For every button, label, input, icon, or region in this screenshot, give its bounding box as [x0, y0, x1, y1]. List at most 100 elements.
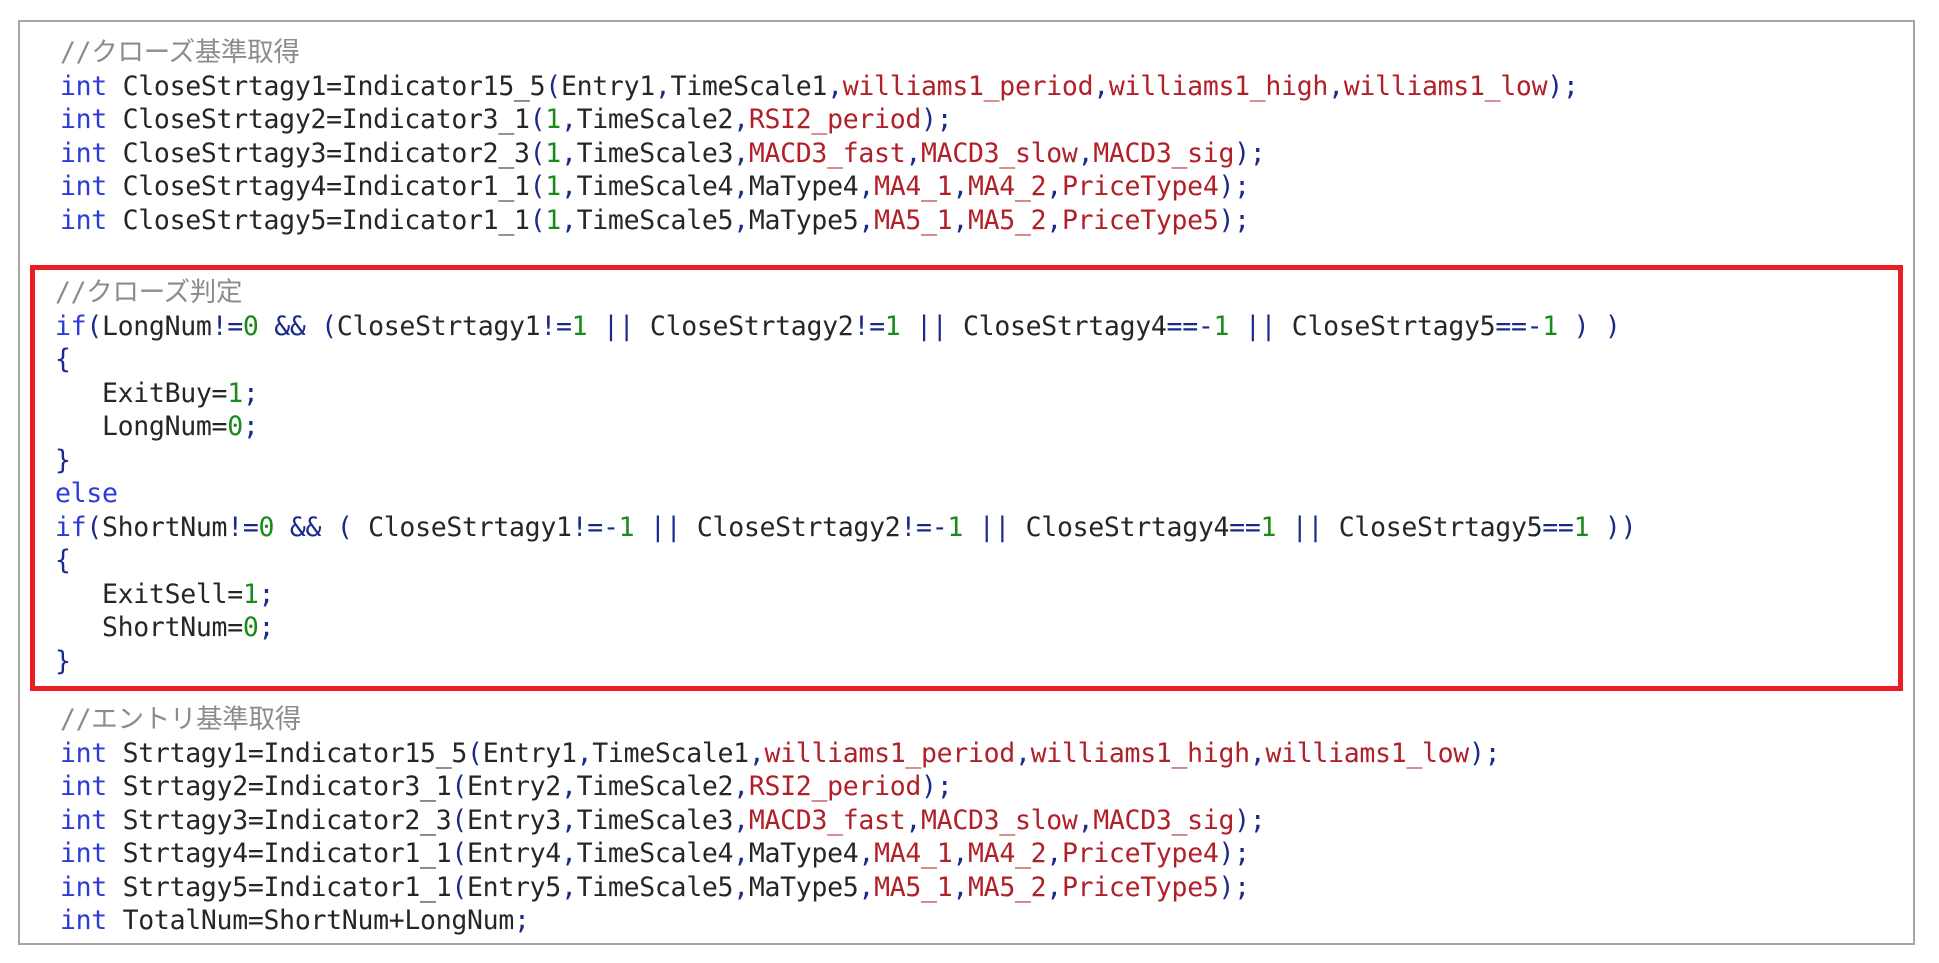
token-punc: ,: [1014, 737, 1031, 769]
token-id: ShortNum: [101, 511, 228, 543]
token-punc: ,: [733, 104, 749, 135]
token-punc: ,: [733, 771, 749, 802]
code-panel: //クローズ基準取得 int CloseStrtagy1=Indicator15_…: [18, 20, 1915, 945]
token-id: TimeScale4: [576, 838, 734, 869]
token-punc: ,: [733, 871, 749, 903]
token-id: CloseStrtagy2: [696, 511, 901, 543]
code-line: ShortNum=0;: [35, 611, 1898, 645]
token-punc: ,: [733, 137, 749, 169]
token-op: !=: [571, 511, 604, 543]
token-op: ||: [1244, 310, 1277, 342]
token-kw: int: [60, 804, 107, 836]
token-punc: ;: [1234, 171, 1250, 202]
token-var: MA4_2: [968, 171, 1047, 202]
token-kw: int: [60, 204, 107, 236]
token-id: Strtagy5=Indicator1_1: [106, 871, 452, 903]
token-id: LongNum=: [55, 411, 228, 442]
token-var: williams1_high: [1108, 70, 1329, 102]
token-punc: ,: [576, 737, 593, 769]
code-line: int Strtagy2=Indicator3_1(Entry2,TimeSca…: [30, 770, 1913, 804]
token-num: 0: [227, 411, 243, 442]
token-var: MA4_1: [874, 838, 953, 869]
code-line: }: [35, 444, 1898, 478]
token-punc: ): [1468, 737, 1485, 769]
token-punc: ,: [905, 804, 922, 836]
token-punc: ,: [748, 737, 765, 769]
token-punc: ;: [1484, 737, 1501, 769]
token-id: MaType5: [748, 204, 859, 236]
token-op: ==: [1229, 511, 1261, 543]
token-num: 0: [258, 511, 275, 543]
token-var: PriceType4: [1061, 838, 1219, 869]
token-id: CloseStrtagy5: [1338, 511, 1543, 543]
token-op: !=: [540, 310, 572, 342]
code-line: int CloseStrtagy4=Indicator1_1(1,TimeSca…: [30, 170, 1913, 204]
token-id: TimeScale2: [576, 771, 734, 802]
token-id: CloseStrtagy4=Indicator1_1: [106, 171, 530, 202]
close-decision-group: //クローズ判定 if(LongNum!=0 && (CloseStrtagy1!…: [30, 265, 1903, 691]
code-line: if(LongNum!=0 && (CloseStrtagy1!=1 || Cl…: [35, 310, 1898, 344]
token-punc: ): [1218, 871, 1235, 903]
close-criteria-group: //クローズ基準取得 int CloseStrtagy1=Indicator15_…: [20, 36, 1913, 237]
token-punc: ;: [513, 905, 530, 936]
token-id: CloseStrtagy1: [368, 511, 572, 543]
token-op: ||: [1291, 511, 1324, 543]
code-line: int CloseStrtagy1=Indicator15_5(Entry1,T…: [30, 70, 1913, 104]
token-punc: ,: [560, 871, 577, 903]
token-op: -: [1526, 310, 1543, 342]
token-id: CloseStrtagy2=Indicator3_1: [106, 104, 530, 135]
token-punc: ): [1604, 310, 1621, 342]
code-line: //クローズ判定: [35, 276, 1898, 310]
token-punc: ,: [733, 838, 749, 869]
token-id: Entry4: [467, 838, 561, 869]
token-id: MaType5: [748, 871, 859, 903]
token-punc: ,: [560, 204, 577, 236]
token-punc: ): [1218, 838, 1235, 869]
token-var: MA4_2: [968, 838, 1047, 869]
token-punc: ,: [1077, 804, 1094, 836]
token-var: MACD3_sig: [1093, 804, 1235, 836]
token-var: PriceType5: [1061, 204, 1219, 236]
token-punc: (: [451, 838, 468, 869]
token-var: williams1_low: [1265, 737, 1469, 769]
token-id: CloseStrtagy5=Indicator1_1: [106, 204, 530, 236]
token-num: 1: [545, 204, 561, 236]
token-num: 0: [242, 612, 259, 643]
token-var: MACD3_fast: [748, 137, 906, 169]
token-op: -: [602, 511, 619, 543]
code-line: int TotalNum=ShortNum+LongNum;: [30, 904, 1913, 938]
token-num: 1: [1573, 511, 1590, 543]
token-punc: ,: [1046, 204, 1062, 236]
token-punc: ;: [1249, 804, 1266, 836]
token-punc: (: [451, 871, 468, 903]
token-punc: ,: [858, 204, 875, 236]
token-num: 1: [545, 104, 561, 135]
token-id: TimeScale5: [576, 204, 734, 236]
token-var: MACD3_slow: [921, 804, 1078, 836]
token-punc: ,: [858, 838, 875, 869]
token-punc: (: [467, 737, 483, 769]
token-num: 1: [571, 310, 588, 342]
token-punc: ;: [1249, 137, 1266, 169]
code-line: {: [35, 544, 1898, 578]
code-line: int Strtagy4=Indicator1_1(Entry4,TimeSca…: [30, 837, 1913, 871]
token-punc: (: [86, 310, 102, 342]
token-var: MA5_1: [874, 871, 953, 903]
token-op: !=: [227, 511, 259, 543]
token-var: MACD3_sig: [1093, 137, 1235, 169]
token-kw: if: [55, 511, 87, 543]
token-op: &&: [274, 310, 306, 342]
token-num: 1: [545, 171, 561, 202]
token-cmt: //エントリ基準取得: [60, 704, 301, 735]
token-punc: ,: [1046, 838, 1062, 869]
token-kw: int: [60, 171, 107, 202]
token-kw: int: [60, 771, 107, 802]
token-id: LongNum: [101, 310, 212, 342]
token-var: MACD3_slow: [921, 137, 1078, 169]
